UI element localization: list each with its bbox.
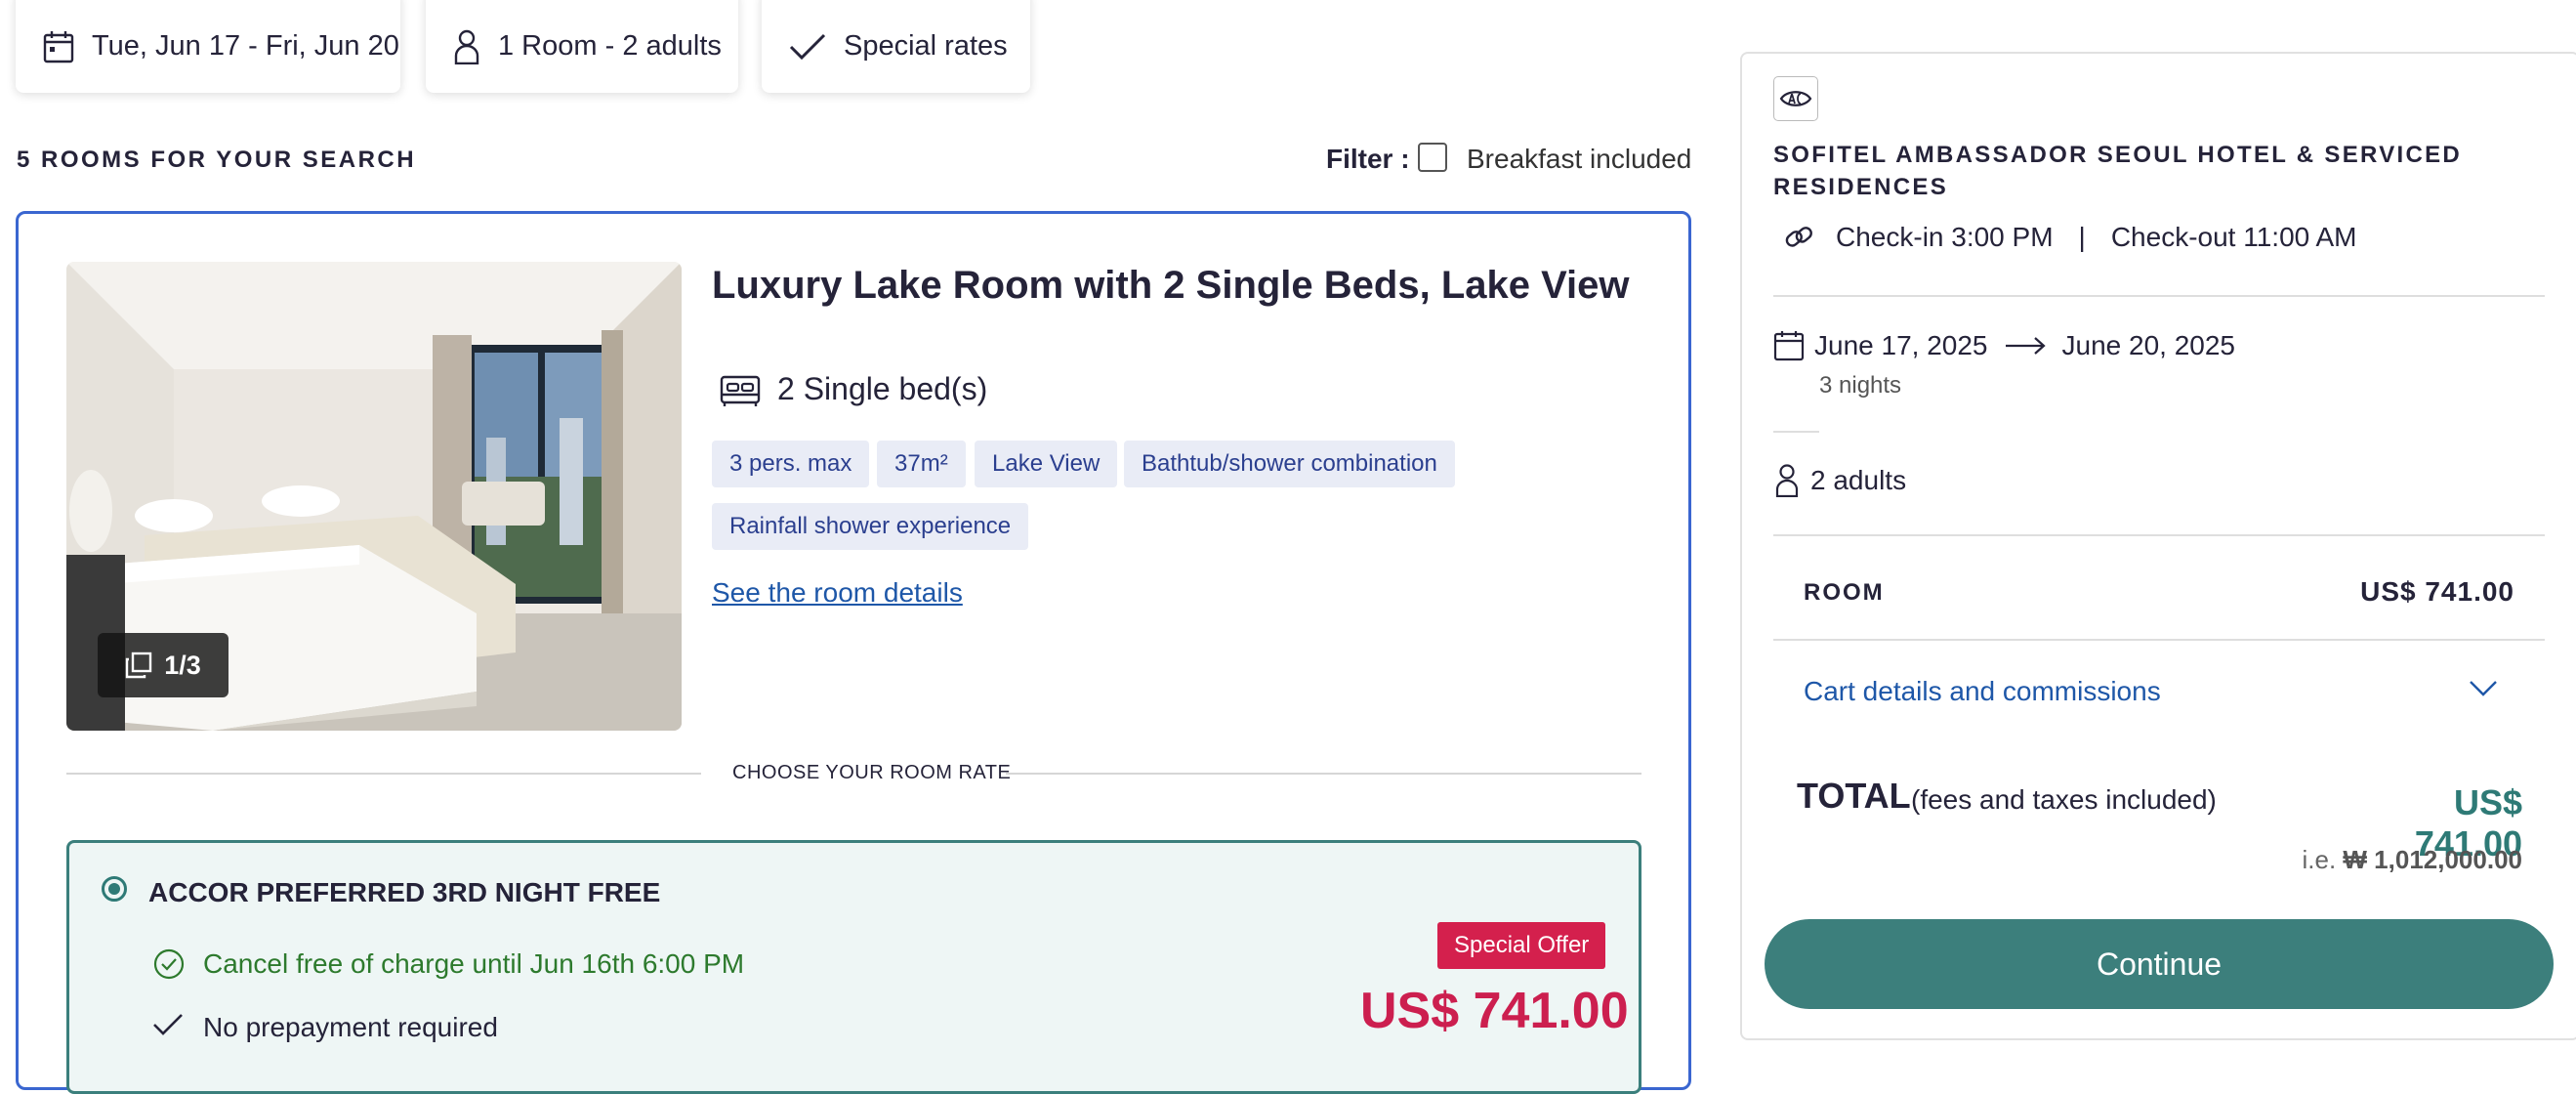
room-line-label: ROOM	[1804, 579, 1885, 606]
special-rates-chip[interactable]: Special rates	[762, 0, 1030, 93]
room-tag: 3 pers. max	[712, 441, 870, 487]
date-from: June 17, 2025	[1814, 330, 1988, 360]
breakfast-checkbox[interactable]	[1418, 143, 1447, 172]
calendar-icon	[1773, 330, 1805, 361]
room-title: Luxury Lake Room with 2 Single Beds, Lak…	[712, 264, 1630, 307]
summary-divider	[1773, 639, 2545, 641]
special-offer-badge: Special Offer	[1437, 922, 1606, 969]
nights-count: 3 nights	[1819, 372, 1902, 399]
rate-price: US$ 741.00	[1360, 983, 1629, 1039]
summary-divider	[1773, 534, 2545, 536]
breakfast-filter-label[interactable]: Breakfast included	[1467, 144, 1691, 175]
checkmark-icon	[789, 32, 826, 62]
ie-prefix: i.e.	[2302, 845, 2337, 874]
continue-button[interactable]: Continue	[1765, 919, 2554, 1009]
check-in-out-times: Check-in 3:00 PM | Check-out 11:00 AM	[1783, 222, 2356, 253]
link-icon	[1783, 222, 1814, 253]
short-divider	[1773, 431, 1819, 433]
photo-counter: 1/3	[164, 650, 201, 680]
room-tag: Lake View	[975, 441, 1118, 487]
stay-dates: June 17, 2025 June 20, 2025	[1773, 330, 2235, 361]
check-out-time: Check-out 11:00 AM	[2110, 222, 2357, 252]
choose-rate-label: CHOOSE YOUR ROOM RATE	[732, 762, 1012, 783]
bed-info: 2 Single bed(s)	[719, 371, 987, 407]
prepayment-info: No prepayment required	[203, 1012, 498, 1042]
bed-icon	[719, 373, 762, 406]
summary-divider	[1773, 295, 2545, 297]
person-icon	[1775, 464, 1799, 497]
total-sublabel: (fees and taxes included)	[1911, 784, 2217, 815]
date-selector-chip[interactable]: Tue, Jun 17 - Fri, Jun 20	[16, 0, 400, 93]
chevron-down-icon[interactable]	[2469, 680, 2498, 697]
times-divider: |	[2078, 222, 2086, 252]
date-to: June 20, 2025	[2061, 330, 2236, 360]
total-local-amount: ₩ 1,012,000.00	[2343, 845, 2522, 874]
special-rates-label: Special rates	[844, 30, 1008, 62]
person-icon	[453, 29, 480, 64]
calendar-icon	[43, 30, 74, 63]
cancellation-policy: Cancel free of charge until Jun 16th 6:0…	[203, 948, 745, 979]
room-line-price: US$ 741.00	[2360, 576, 2514, 607]
clock-check-icon	[152, 947, 186, 981]
arrow-right-icon	[2004, 336, 2047, 356]
rate-radio[interactable]	[102, 876, 127, 902]
date-selector-label: Tue, Jun 17 - Fri, Jun 20	[92, 30, 399, 62]
gallery-icon	[125, 652, 152, 679]
room-tag: Bathtub/shower combination	[1124, 441, 1455, 487]
photo-gallery-button[interactable]: 1/3	[98, 633, 229, 697]
checkmark-icon	[152, 1012, 184, 1037]
rate-separator-left	[66, 773, 701, 775]
guests-selector-label: 1 Room - 2 adults	[498, 30, 722, 62]
rate-name: ACCOR PREFERRED 3RD NIGHT FREE	[148, 877, 661, 907]
hotel-name: SOFITEL AMBASSADOR SEOUL HOTEL & SERVICE…	[1773, 142, 2463, 200]
guests-selector-chip[interactable]: 1 Room - 2 adults	[426, 0, 738, 93]
bed-label: 2 Single bed(s)	[777, 371, 988, 406]
total-label: TOTAL	[1797, 776, 1911, 816]
guest-count-label: 2 adults	[1810, 465, 1907, 495]
check-in-time: Check-in 3:00 PM	[1836, 222, 2054, 252]
total-local-currency: i.e. ₩ 1,012,000.00	[2246, 845, 2523, 875]
hotel-brand-icon	[1773, 76, 1818, 121]
filter-label: Filter :	[1326, 144, 1410, 174]
results-count: 5 ROOMS FOR YOUR SEARCH	[17, 147, 417, 173]
room-details-link[interactable]: See the room details	[712, 577, 963, 609]
cart-details-toggle[interactable]: Cart details and commissions	[1804, 676, 2161, 707]
rate-separator-right	[1006, 773, 1641, 775]
guest-count: 2 adults	[1775, 464, 1906, 497]
room-tag: Rainfall shower experience	[712, 503, 1029, 550]
room-tag: 37m²	[877, 441, 966, 487]
